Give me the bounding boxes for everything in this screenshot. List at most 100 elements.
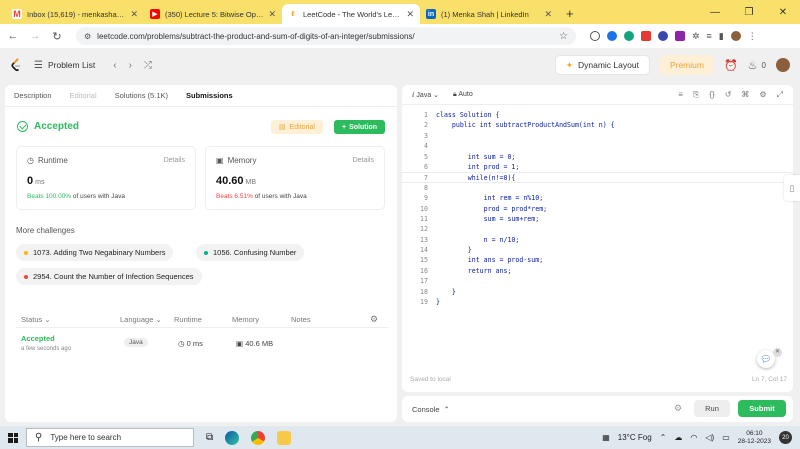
memory-card[interactable]: ▣ Memory Details 40.60 MB Beats 6.51% of … bbox=[205, 146, 385, 210]
code-line[interactable]: 11 sum = sum+rem; bbox=[402, 214, 793, 224]
network-icon[interactable]: ☁ bbox=[674, 433, 682, 442]
run-button[interactable]: Run bbox=[694, 400, 730, 417]
wifi-icon[interactable]: ◠ bbox=[690, 433, 697, 442]
browser-tab-leetcode[interactable]: ℓ LeetCode - The World's Leading ✕ bbox=[282, 4, 420, 24]
code-line[interactable]: 19} bbox=[402, 297, 793, 307]
url-text[interactable]: leetcode.com/problems/subtract-the-produ… bbox=[97, 32, 553, 41]
taskbar-clock[interactable]: 06:10 28-12-2023 bbox=[738, 430, 771, 446]
code-line[interactable]: 12 bbox=[402, 224, 793, 234]
notification-badge[interactable]: 20 bbox=[779, 431, 792, 444]
close-icon[interactable]: ✕ bbox=[544, 9, 552, 20]
settings-icon[interactable]: ⚙ bbox=[674, 403, 682, 414]
menu-icon[interactable]: ⋮ bbox=[748, 31, 757, 42]
code-line[interactable]: 13 n = n/10; bbox=[402, 235, 793, 245]
code-line[interactable]: 18 } bbox=[402, 287, 793, 297]
side-notes-icon[interactable]: ▯ bbox=[784, 175, 800, 201]
code-line[interactable]: 2 public int subtractProductAndSum(int n… bbox=[402, 120, 793, 130]
autocomplete-mode[interactable]: 🔒︎ Auto bbox=[453, 91, 473, 99]
editorial-button[interactable]: ▤ Editorial bbox=[271, 120, 323, 134]
task-view-icon[interactable]: ⧉ bbox=[206, 432, 213, 443]
format-icon[interactable]: ≡ bbox=[678, 90, 683, 100]
code-text[interactable]: sum = sum+rem; bbox=[436, 214, 540, 224]
windows-start-icon[interactable] bbox=[0, 426, 26, 449]
code-line[interactable]: 5 int sum = 0; bbox=[402, 152, 793, 162]
close-icon[interactable]: ✕ bbox=[773, 348, 782, 357]
tab-editorial[interactable]: Editorial bbox=[70, 91, 97, 100]
code-line[interactable]: 9 int rem = n%10; bbox=[402, 193, 793, 203]
code-line[interactable]: 1 class Solution { bbox=[402, 110, 793, 120]
code-text[interactable]: int prod = 1; bbox=[436, 162, 520, 172]
extension-icon[interactable] bbox=[607, 31, 617, 41]
table-row[interactable]: Accepted a few seconds ago Java ◷ 0 ms ▣… bbox=[16, 330, 388, 360]
console-toggle[interactable]: Console ⌃ bbox=[412, 405, 450, 414]
extension-icon[interactable] bbox=[641, 31, 651, 41]
extension-icon[interactable] bbox=[590, 31, 600, 41]
forward-icon[interactable]: → bbox=[28, 30, 42, 42]
language-selector[interactable]: ⅈ Java ⌄ bbox=[412, 91, 439, 99]
close-window-icon[interactable]: ✕ bbox=[766, 7, 800, 18]
code-line[interactable]: 6 int prod = 1; bbox=[402, 162, 793, 172]
browser-tab-gmail[interactable]: M Inbox (15,619) - menkashah06@ ✕ bbox=[6, 4, 144, 24]
language-column-header[interactable]: Language ⌄ bbox=[120, 315, 162, 324]
fullscreen-icon[interactable]: ⤢ bbox=[777, 90, 783, 100]
premium-button[interactable]: Premium bbox=[659, 55, 714, 75]
tab-solutions[interactable]: Solutions (5.1K) bbox=[115, 91, 168, 100]
code-line[interactable]: 14 } bbox=[402, 245, 793, 255]
memory-details-link[interactable]: Details bbox=[353, 157, 374, 164]
code-text[interactable]: int rem = n%10; bbox=[436, 193, 544, 203]
back-icon[interactable]: ← bbox=[6, 30, 20, 42]
braces-icon[interactable]: {} bbox=[709, 90, 714, 100]
code-text[interactable]: int ans = prod-sum; bbox=[436, 255, 543, 265]
settings-icon[interactable]: ⚙ bbox=[759, 90, 766, 100]
code-text[interactable]: } bbox=[436, 297, 440, 307]
code-text[interactable]: } bbox=[436, 245, 472, 255]
code-line[interactable]: 3 bbox=[402, 131, 793, 141]
bookmark-icon[interactable]: ⎘ bbox=[693, 90, 699, 100]
bookmark-star-icon[interactable]: ☆ bbox=[559, 31, 568, 42]
code-text[interactable]: int sum = 0; bbox=[436, 152, 516, 162]
challenge-chip[interactable]: 1073. Adding Two Negabinary Numbers bbox=[16, 244, 174, 261]
new-tab-button[interactable]: + bbox=[558, 6, 582, 24]
battery-icon[interactable]: ▭ bbox=[722, 433, 730, 442]
address-bar[interactable]: ⚙ leetcode.com/problems/subtract-the-pro… bbox=[76, 27, 576, 45]
code-line[interactable]: 15 int ans = prod-sum; bbox=[402, 255, 793, 265]
puzzle-icon[interactable]: ✲ bbox=[692, 31, 700, 42]
reload-icon[interactable]: ↻ bbox=[50, 30, 64, 43]
extension-icon[interactable] bbox=[624, 31, 634, 41]
prev-problem-icon[interactable]: ‹ bbox=[113, 60, 116, 71]
site-info-icon[interactable]: ⚙ bbox=[84, 32, 91, 41]
edge-icon[interactable] bbox=[225, 430, 240, 445]
code-line[interactable]: 16 return ans; bbox=[402, 266, 793, 276]
chevron-up-icon[interactable]: ⌃ bbox=[660, 433, 667, 442]
weather-text[interactable]: 13°C Fog bbox=[618, 433, 652, 442]
post-solution-button[interactable]: + Solution bbox=[334, 120, 386, 134]
browser-tab-youtube[interactable]: ▶ (350) Lecture 5: Bitwise Operat ✕ bbox=[144, 4, 282, 24]
reset-icon[interactable]: ↺ bbox=[725, 90, 732, 100]
row-status[interactable]: Accepted bbox=[21, 334, 55, 343]
next-problem-icon[interactable]: › bbox=[129, 60, 132, 71]
challenge-chip[interactable]: 2954. Count the Number of Infection Sequ… bbox=[16, 268, 202, 285]
extension-icon[interactable] bbox=[658, 31, 668, 41]
weather-icon[interactable]: ▦ bbox=[602, 433, 610, 442]
code-line[interactable]: 17 bbox=[402, 276, 793, 286]
dynamic-layout-button[interactable]: ✦ Dynamic Layout bbox=[554, 55, 650, 75]
media-icon[interactable]: ≡ bbox=[707, 31, 712, 41]
shuffle-icon[interactable]: ⤮ bbox=[144, 60, 152, 71]
tab-description[interactable]: Description bbox=[14, 91, 52, 100]
code-text[interactable]: public int subtractProductAndSum(int n) … bbox=[436, 120, 615, 130]
leetcode-logo-icon[interactable] bbox=[10, 58, 22, 72]
submit-button[interactable]: Submit bbox=[738, 400, 786, 417]
maximize-icon[interactable]: ❐ bbox=[732, 7, 766, 18]
code-text[interactable]: return ans; bbox=[436, 266, 512, 276]
code-text[interactable]: prod = prod*rem; bbox=[436, 204, 548, 214]
chrome-icon[interactable] bbox=[251, 430, 266, 445]
code-text[interactable]: n = n/10; bbox=[436, 235, 520, 245]
extension-icon[interactable] bbox=[675, 31, 685, 41]
code-line[interactable]: 7 while(n!=0){ bbox=[402, 172, 793, 183]
code-line[interactable]: 10 prod = prod*rem; bbox=[402, 204, 793, 214]
close-icon[interactable]: ✕ bbox=[406, 9, 414, 20]
runtime-details-link[interactable]: Details bbox=[164, 157, 185, 164]
profile-avatar[interactable] bbox=[730, 31, 741, 41]
challenge-chip[interactable]: 1056. Confusing Number bbox=[196, 244, 305, 261]
code-area[interactable]: 1 class Solution {2 public int subtractPr… bbox=[402, 110, 793, 307]
